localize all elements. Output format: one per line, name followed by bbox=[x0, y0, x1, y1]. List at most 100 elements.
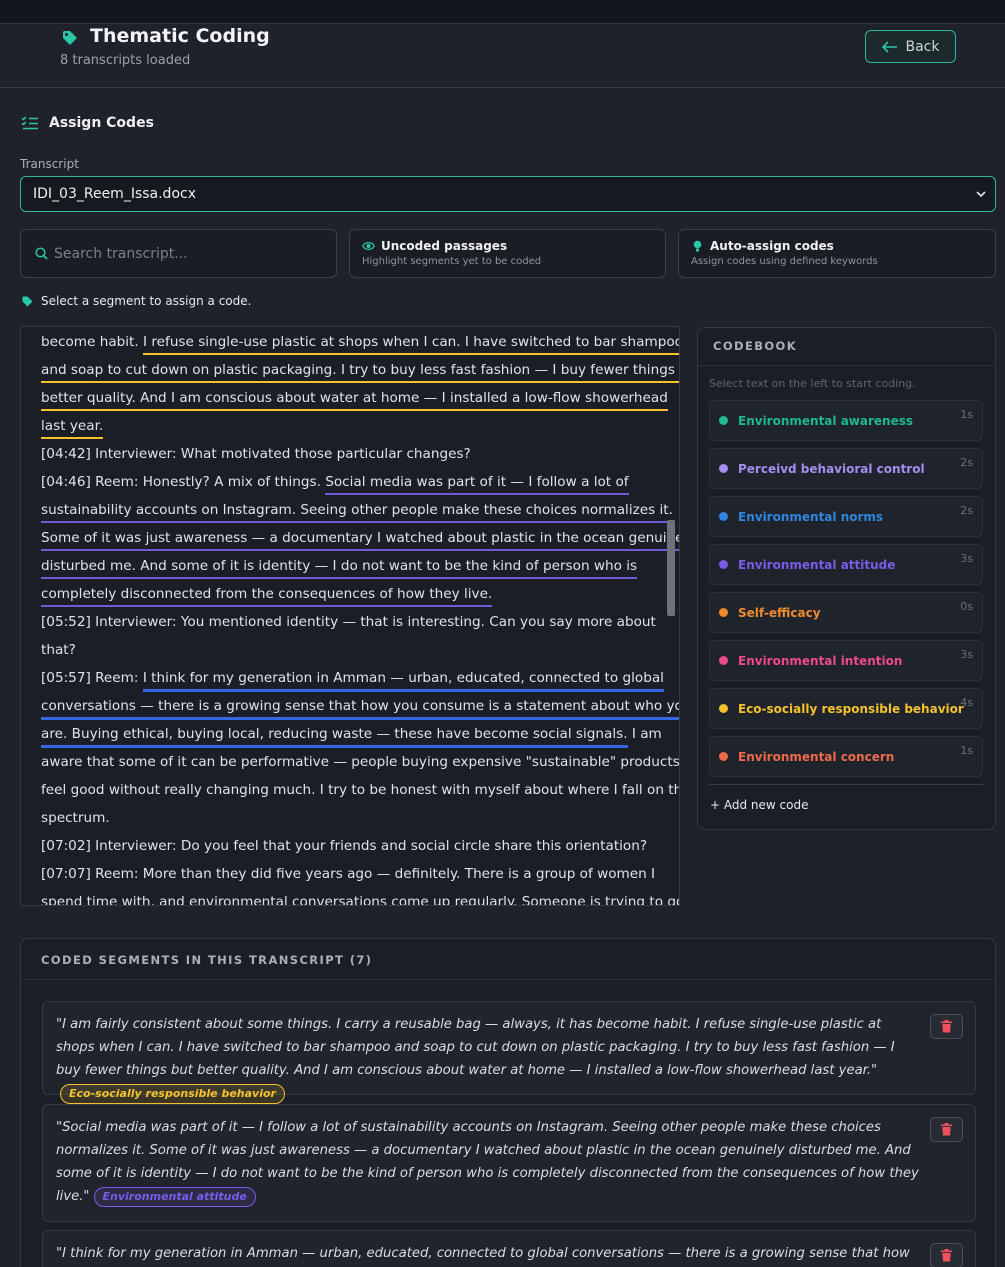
top-strip bbox=[0, 0, 1005, 24]
search-input[interactable] bbox=[54, 245, 324, 262]
transcript-panel[interactable]: become habit. I refuse single-use plasti… bbox=[20, 326, 680, 906]
transcript-line[interactable]: feel good without really changing much. … bbox=[41, 776, 679, 804]
code-item[interactable]: Eco-socially responsible behavior 4s bbox=[709, 688, 983, 729]
auto-assign-button[interactable]: Auto-assign codes Assign codes using def… bbox=[678, 229, 996, 278]
transcript-line[interactable]: [07:02] Interviewer: Do you feel that yo… bbox=[41, 832, 647, 860]
coded-segment-card: "Social media was part of it — I follow … bbox=[42, 1104, 976, 1222]
page-title: Thematic Coding bbox=[90, 25, 270, 47]
transcript-fragment[interactable]: [07:07] Reem: More than they did five ye… bbox=[41, 866, 655, 882]
transcript-line[interactable]: better quality. And I am conscious about… bbox=[41, 384, 668, 412]
code-item[interactable]: Perceivd behavioral control 2s bbox=[709, 448, 983, 489]
back-button[interactable]: Back bbox=[865, 30, 956, 63]
coded-segment-card: "I am fairly consistent about some thing… bbox=[42, 1001, 976, 1104]
segment-quote: "I am fairly consistent about some thing… bbox=[56, 1017, 895, 1078]
code-item[interactable]: Self-efficacy 0s bbox=[709, 592, 983, 633]
coded-highlight-purple[interactable]: Social media was part of it — I follow a… bbox=[325, 474, 629, 495]
transcript-line[interactable]: last year. bbox=[41, 412, 646, 440]
code-item[interactable]: Environmental norms 2s bbox=[709, 496, 983, 537]
back-button-label: Back bbox=[905, 38, 940, 55]
auto-assign-subtitle: Assign codes using defined keywords bbox=[691, 256, 878, 267]
transcript-select[interactable]: IDI_03_Reem_Issa.docx bbox=[20, 176, 996, 212]
coded-highlight-blue[interactable]: conversations — there is a growing sense… bbox=[41, 698, 679, 720]
transcript-fragment[interactable]: that? bbox=[41, 642, 76, 658]
codebook-panel: CODEBOOK Select text on the left to star… bbox=[697, 327, 996, 830]
code-color-dot bbox=[719, 416, 728, 425]
code-color-dot bbox=[719, 560, 728, 569]
coded-highlight-blue[interactable]: I think for my generation in Amman — urb… bbox=[142, 670, 664, 692]
transcript-line[interactable]: completely disconnected from the consequ… bbox=[41, 580, 646, 608]
coded-segments-panel: CODED SEGMENTS IN THIS TRANSCRIPT (7) "I… bbox=[20, 938, 996, 1267]
transcript-line[interactable]: that? bbox=[41, 636, 646, 664]
transcript-line[interactable]: and soap to cut down on plastic packagin… bbox=[41, 356, 679, 384]
coded-highlight-purple[interactable]: completely disconnected from the consequ… bbox=[41, 586, 493, 607]
transcript-line[interactable]: conversations — there is a growing sense… bbox=[41, 692, 679, 720]
transcript-fragment[interactable]: I am bbox=[628, 726, 662, 742]
transcript-line[interactable]: Some of it was just awareness — a docume… bbox=[41, 524, 679, 552]
transcript-scroll-thumb[interactable] bbox=[667, 520, 675, 616]
transcript-text[interactable]: become habit. I refuse single-use plasti… bbox=[41, 328, 679, 905]
eye-icon bbox=[362, 241, 375, 251]
coded-highlight-purple[interactable]: Some of it was just awareness — a docume… bbox=[41, 530, 679, 551]
transcript-line[interactable]: spend time with, and environmental conve… bbox=[41, 888, 679, 905]
code-count: 0s bbox=[960, 600, 973, 613]
coded-highlight-yellow[interactable]: I refuse single-use plastic at shops whe… bbox=[143, 334, 679, 355]
uncoded-title: Uncoded passages bbox=[381, 239, 508, 253]
code-name: Perceivd behavioral control bbox=[738, 461, 925, 476]
coded-highlight-purple[interactable]: sustainability accounts on Instagram. Se… bbox=[41, 502, 673, 523]
trash-icon bbox=[941, 1020, 952, 1033]
transcript-line[interactable]: spectrum. bbox=[41, 804, 646, 832]
transcript-scrollbar[interactable] bbox=[667, 327, 677, 905]
codebook-divider bbox=[709, 784, 983, 785]
codebook-title: CODEBOOK bbox=[698, 328, 995, 366]
transcript-fragment[interactable]: spectrum. bbox=[41, 810, 110, 826]
delete-segment-button[interactable] bbox=[930, 1243, 963, 1267]
selection-hint-text: Select a segment to assign a code. bbox=[41, 294, 252, 308]
code-item[interactable]: Environmental concern 1s bbox=[709, 736, 983, 777]
code-count: 3s bbox=[960, 552, 973, 565]
transcript-fragment[interactable]: [07:02] Interviewer: Do you feel that yo… bbox=[41, 838, 647, 854]
transcript-line[interactable]: aware that some of it can be performativ… bbox=[41, 748, 679, 776]
code-name: Environmental intention bbox=[738, 653, 903, 668]
code-item[interactable]: Environmental intention 3s bbox=[709, 640, 983, 681]
code-item[interactable]: Environmental attitude 3s bbox=[709, 544, 983, 585]
add-code-button[interactable]: + Add new code bbox=[710, 798, 995, 812]
coded-highlight-yellow[interactable]: last year. bbox=[41, 418, 104, 439]
coded-highlight-yellow[interactable]: and soap to cut down on plastic packagin… bbox=[41, 362, 679, 383]
coded-highlight-purple[interactable]: disturbed me. And some of it is identity… bbox=[41, 558, 638, 579]
codebook-hint: Select text on the left to start coding. bbox=[709, 377, 916, 390]
transcript-line[interactable]: [05:57] Reem: I think for my generation … bbox=[41, 664, 664, 692]
transcript-fragment[interactable]: [04:46] Reem: Honestly? A mix of things. bbox=[41, 474, 325, 490]
transcript-line[interactable]: [04:42] Interviewer: What motivated thos… bbox=[41, 440, 646, 468]
transcript-fragment[interactable]: [04:42] Interviewer: What motivated thos… bbox=[41, 446, 471, 462]
delete-segment-button[interactable] bbox=[930, 1117, 963, 1142]
transcript-fragment[interactable]: [05:52] Interviewer: You mentioned ident… bbox=[41, 614, 656, 630]
transcript-fragment[interactable]: aware that some of it can be performativ… bbox=[41, 754, 679, 770]
coded-segments-title: CODED SEGMENTS IN THIS TRANSCRIPT (7) bbox=[21, 939, 995, 980]
code-count: 2s bbox=[960, 504, 973, 517]
transcript-select-value: IDI_03_Reem_Issa.docx bbox=[33, 186, 196, 202]
search-box[interactable] bbox=[20, 229, 337, 278]
tag-icon bbox=[22, 296, 33, 306]
transcript-line[interactable]: become habit. I refuse single-use plasti… bbox=[41, 328, 679, 356]
code-color-dot bbox=[719, 704, 728, 713]
coded-highlight-yellow[interactable]: better quality. And I am conscious about… bbox=[41, 390, 668, 411]
coded-highlight-blue[interactable]: are. Buying ethical, buying local, reduc… bbox=[41, 726, 628, 748]
code-color-dot bbox=[719, 464, 728, 473]
transcript-fragment[interactable]: [05:57] Reem: bbox=[41, 670, 143, 686]
code-count: 1s bbox=[960, 408, 973, 421]
transcript-line[interactable]: are. Buying ethical, buying local, reduc… bbox=[41, 720, 662, 748]
transcript-line[interactable]: [04:46] Reem: Honestly? A mix of things.… bbox=[41, 468, 646, 496]
segment-code-pill: Environmental attitude bbox=[93, 1187, 256, 1207]
transcript-fragment[interactable]: become habit. bbox=[41, 334, 143, 350]
transcript-line[interactable]: [07:07] Reem: More than they did five ye… bbox=[41, 860, 655, 888]
uncoded-passages-button[interactable]: Uncoded passages Highlight segments yet … bbox=[349, 229, 666, 278]
delete-segment-button[interactable] bbox=[930, 1014, 963, 1039]
transcript-line[interactable]: [05:52] Interviewer: You mentioned ident… bbox=[41, 608, 656, 636]
code-item[interactable]: Environmental awareness 1s bbox=[709, 400, 983, 441]
auto-assign-title: Auto-assign codes bbox=[710, 239, 834, 253]
transcript-line[interactable]: sustainability accounts on Instagram. Se… bbox=[41, 496, 673, 524]
transcript-fragment[interactable]: spend time with, and environmental conve… bbox=[41, 894, 679, 905]
uncoded-subtitle: Highlight segments yet to be coded bbox=[362, 256, 542, 267]
transcript-fragment[interactable]: feel good without really changing much. … bbox=[41, 782, 679, 798]
transcript-line[interactable]: disturbed me. And some of it is identity… bbox=[41, 552, 646, 580]
